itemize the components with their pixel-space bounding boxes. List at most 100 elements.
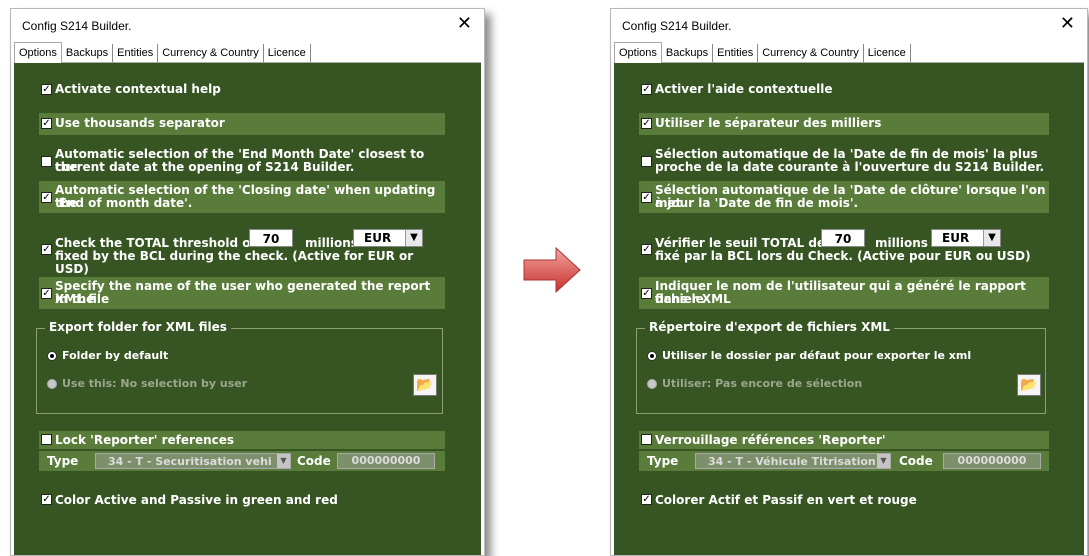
type-select[interactable]: 34 - T - Securitisation vehi ▼ [95, 453, 291, 469]
option-user-name-xml[interactable]: ✓ Specify the name of the user who gener… [39, 277, 445, 309]
chevron-down-icon[interactable]: ▼ [877, 454, 890, 468]
radio-label: Use this: No selection by user [62, 377, 248, 390]
option-label: Use thousands separator [55, 116, 225, 130]
option-total-threshold[interactable]: ✓ Vérifier le seuil TOTAL de 70 millions… [639, 225, 1049, 263]
checkbox-checked[interactable]: ✓ [641, 118, 652, 129]
reporter-type-bar: Type 34 - T - Securitisation vehi ▼ Code… [39, 451, 445, 471]
folder-icon[interactable]: 📂 [413, 374, 437, 396]
code-label: Code [899, 454, 933, 468]
type-value: 34 - T - Véhicule Titrisation [708, 455, 876, 468]
arrow-right-icon [523, 246, 581, 294]
config-window-english: Config S214 Builder. ✕ Options Backups E… [10, 8, 485, 556]
title-bar: Config S214 Builder. ✕ [611, 9, 1087, 41]
close-icon[interactable]: ✕ [1060, 13, 1075, 34]
window-title: Config S214 Builder. [22, 19, 132, 33]
type-label: Type [647, 454, 679, 468]
tab-currency-country[interactable]: Currency & Country [158, 44, 264, 62]
option-user-name-xml[interactable]: ✓ Indiquer le nom de l'utilisateur qui a… [639, 277, 1049, 309]
option-label: Colorer Actif et Passif en vert et rouge [655, 493, 917, 507]
currency-select[interactable]: EUR ▼ [931, 229, 1001, 247]
threshold-input[interactable]: 70 [821, 229, 865, 247]
chevron-down-icon[interactable]: ▼ [277, 454, 290, 468]
export-folder-group: Répertoire d'export de fichiers XML Util… [636, 320, 1046, 414]
radio-folder-default[interactable] [647, 351, 657, 361]
option-closing-date[interactable]: ✓ Sélection automatique de la 'Date de c… [639, 181, 1049, 213]
currency-select[interactable]: EUR ▼ [353, 229, 423, 247]
option-thousands-separator[interactable]: ✓ Utiliser le séparateur des milliers [639, 113, 1049, 135]
close-icon[interactable]: ✕ [457, 13, 472, 34]
option-contextual-help[interactable]: ✓ Activer l'aide contextuelle [639, 83, 1049, 99]
export-folder-group: Export folder for XML files Folder by de… [36, 320, 443, 414]
option-thousands-separator[interactable]: ✓ Use thousands separator [39, 113, 445, 135]
checkbox-checked[interactable]: ✓ [641, 288, 652, 299]
tab-strip: Options Backups Entities Currency & Coun… [14, 42, 481, 63]
tab-licence[interactable]: Licence [864, 44, 911, 62]
checkbox-unchecked[interactable] [41, 156, 52, 167]
option-label-line1: Specify the name of the user who generat… [55, 279, 431, 306]
type-value: 34 - T - Securitisation vehi [108, 455, 272, 468]
option-label-line2: XML file [55, 292, 110, 306]
checkbox-checked[interactable]: ✓ [41, 244, 52, 255]
code-input[interactable]: 000000000 [337, 453, 435, 469]
checkbox-checked[interactable]: ✓ [641, 84, 652, 95]
option-total-threshold[interactable]: ✓ Check the TOTAL threshold of 70 millio… [39, 225, 445, 276]
tab-backups[interactable]: Backups [662, 44, 714, 62]
checkbox-checked[interactable]: ✓ [41, 84, 52, 95]
threshold-input[interactable]: 70 [249, 229, 293, 247]
checkbox-unchecked[interactable] [641, 434, 652, 445]
option-lock-reporter[interactable]: Lock 'Reporter' references [39, 431, 445, 449]
checkbox-checked[interactable]: ✓ [41, 288, 52, 299]
chevron-down-icon[interactable]: ▼ [405, 230, 422, 246]
currency-value: EUR [942, 231, 970, 245]
folder-icon[interactable]: 📂 [1017, 374, 1041, 396]
radio-use-this[interactable] [47, 379, 57, 389]
group-title: Répertoire d'export de fichiers XML [645, 320, 894, 334]
option-end-month-date[interactable]: Automatic selection of the 'End Month Da… [39, 146, 445, 176]
radio-label: Folder by default [62, 349, 169, 362]
option-label-line2: fixé par la BCL lors du Check. (Active p… [655, 249, 1031, 263]
option-label-line2: fixed by the BCL during the check. (Acti… [55, 249, 414, 276]
tab-options[interactable]: Options [614, 42, 662, 63]
option-label: Activer l'aide contextuelle [655, 82, 833, 96]
checkbox-checked[interactable]: ✓ [41, 494, 52, 505]
checkbox-checked[interactable]: ✓ [41, 118, 52, 129]
checkbox-unchecked[interactable] [41, 434, 52, 445]
option-color-active-passive[interactable]: ✓ Colorer Actif et Passif en vert et rou… [639, 492, 1049, 508]
tab-currency-country[interactable]: Currency & Country [758, 44, 864, 62]
option-closing-date[interactable]: ✓ Automatic selection of the 'Closing da… [39, 181, 445, 213]
option-label: Activate contextual help [55, 82, 221, 96]
checkbox-checked[interactable]: ✓ [641, 192, 652, 203]
radio-label: Utiliser: Pas encore de sélection [662, 377, 863, 390]
option-color-active-passive[interactable]: ✓ Color Active and Passive in green and … [39, 492, 445, 508]
window-title: Config S214 Builder. [622, 19, 732, 33]
type-label: Type [47, 454, 79, 468]
tab-licence[interactable]: Licence [264, 44, 311, 62]
currency-value: EUR [364, 231, 392, 245]
chevron-down-icon[interactable]: ▼ [983, 230, 1000, 246]
radio-use-this[interactable] [647, 379, 657, 389]
options-panel: ✓ Activate contextual help ✓ Use thousan… [14, 63, 481, 555]
option-contextual-help[interactable]: ✓ Activate contextual help [39, 83, 445, 99]
tab-backups[interactable]: Backups [62, 44, 114, 62]
title-bar: Config S214 Builder. ✕ [11, 9, 484, 41]
option-label: Color Active and Passive in green and re… [55, 493, 338, 507]
radio-label: Utiliser le dossier par défaut pour expo… [662, 349, 972, 362]
checkbox-checked[interactable]: ✓ [641, 244, 652, 255]
option-label-line2: proche de la date courante à l'ouverture… [655, 160, 1045, 174]
checkbox-checked[interactable]: ✓ [41, 192, 52, 203]
option-end-month-date[interactable]: Sélection automatique de la 'Date de fin… [639, 146, 1049, 176]
code-input[interactable]: 000000000 [943, 453, 1041, 469]
option-lock-reporter[interactable]: Verrouillage références 'Reporter' [639, 431, 1049, 449]
option-label: Utiliser le séparateur des milliers [655, 116, 882, 130]
group-title: Export folder for XML files [45, 320, 231, 334]
option-label-line2: 'End of month date'. [55, 196, 193, 210]
checkbox-unchecked[interactable] [641, 156, 652, 167]
radio-folder-default[interactable] [47, 351, 57, 361]
options-panel: ✓ Activer l'aide contextuelle ✓ Utiliser… [614, 63, 1084, 555]
checkbox-checked[interactable]: ✓ [641, 494, 652, 505]
type-select[interactable]: 34 - T - Véhicule Titrisation ▼ [695, 453, 891, 469]
tab-options[interactable]: Options [14, 42, 62, 63]
tab-entities[interactable]: Entities [113, 44, 159, 62]
code-label: Code [297, 454, 331, 468]
tab-entities[interactable]: Entities [713, 44, 759, 62]
